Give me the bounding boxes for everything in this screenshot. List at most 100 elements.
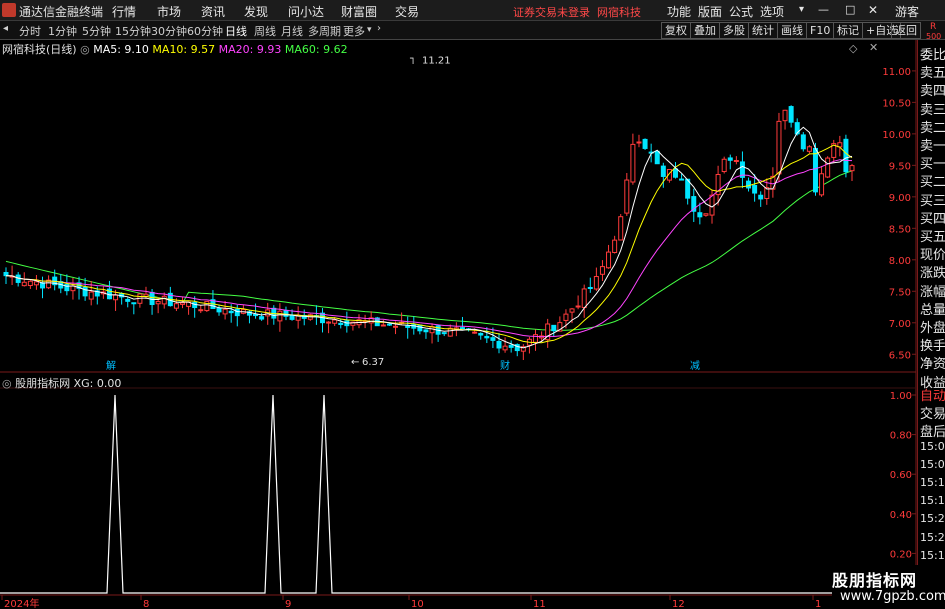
panel-field-2: 卖四: [920, 84, 945, 100]
candle-body: [459, 327, 465, 330]
panel-field-4: 卖二: [920, 120, 945, 136]
candle-body: [612, 239, 618, 253]
watermark-name: 股朋指标网: [832, 571, 918, 590]
panel-sub-field-3: 15:00: [920, 439, 945, 453]
candle-body: [234, 308, 240, 317]
x-tick-label: 12: [672, 599, 685, 609]
y-tick-label: 8.00: [889, 256, 911, 267]
panel-sub-field-1[interactable]: 交易: [920, 403, 945, 422]
panel-sub-field-2[interactable]: 盘后: [920, 421, 945, 440]
candle-body: [776, 120, 782, 175]
quote-side-panel: R 500 委比 卖五 卖四 卖三 卖二 卖一 买一 买二 买三 买四 买五 现价 涨跌 涨幅 总量 外盘 换手…: [917, 22, 945, 609]
candle-body: [496, 340, 502, 349]
high-annotation: ┐: [410, 53, 416, 64]
panel-sub-field-9: 15:10: [920, 548, 945, 562]
candle-body: [825, 157, 831, 178]
candle-body: [630, 143, 636, 183]
panel-field-15: 外盘: [920, 321, 945, 336]
candle-body: [417, 324, 423, 332]
panel-field-7: 买二: [920, 175, 945, 191]
candle-body: [551, 324, 557, 332]
candle-body: [3, 272, 9, 277]
candle-body: [679, 178, 685, 181]
panel-field-11: 现价: [920, 248, 945, 264]
candle-body: [33, 281, 39, 286]
candle-body: [484, 335, 490, 339]
y-tick-label: 6.50: [889, 350, 911, 361]
panel-sub-field-6: 15:13: [920, 494, 945, 508]
candle-body: [593, 276, 599, 290]
event-marker: 解: [106, 359, 116, 372]
y-tick-label: 10.00: [882, 130, 911, 141]
candle-body: [21, 281, 27, 287]
x-tick-label: 2024年: [4, 597, 39, 609]
candle-body: [599, 266, 605, 275]
panel-field-8: 买三: [920, 193, 945, 209]
candle-body: [380, 324, 386, 327]
candle-body: [180, 302, 186, 305]
sub-y-tick-label: 0.20: [890, 549, 912, 560]
candle-body: [125, 298, 131, 302]
candle-body: [204, 300, 210, 312]
candle-body: [843, 138, 849, 173]
panel-field-3: 卖三: [920, 102, 945, 118]
candle-body: [581, 288, 587, 309]
candle-body: [259, 316, 265, 320]
candle-body: [161, 295, 167, 305]
y-tick-label: 7.00: [889, 319, 911, 330]
candle-body: [575, 305, 581, 308]
panel-field-9: 买四: [920, 211, 945, 227]
x-tick-label: 1: [815, 599, 821, 609]
panel-field-0: 委比: [920, 48, 945, 63]
y-tick-label: 7.50: [889, 287, 911, 298]
candle-body: [727, 157, 733, 161]
indicator-title[interactable]: 股朋指标网: [15, 377, 70, 390]
candle-body: [697, 212, 703, 218]
candle-body: [173, 303, 179, 309]
candle-body: [82, 286, 88, 297]
candle-body: [533, 334, 539, 343]
panel-sub-field-5: 15:13: [920, 476, 945, 489]
x-tick-label: 10: [411, 599, 424, 609]
panel-field-6: 买一: [920, 157, 945, 173]
candle-body: [149, 291, 155, 306]
watermark-url: www.7gpzb.com: [840, 589, 945, 604]
candle-body: [758, 194, 764, 200]
watermark: 股朋指标网 www.7gpzb.com: [832, 565, 945, 609]
candle-body: [228, 310, 234, 314]
panel-sub-field-4: 15:00: [920, 457, 945, 471]
sub-settings-icon[interactable]: ◎: [2, 377, 12, 390]
sub-y-tick-label: 0.60: [890, 470, 912, 481]
candle-body: [788, 106, 794, 123]
panel-field-1: 卖五: [920, 66, 945, 82]
candle-body: [216, 307, 222, 313]
sub-y-tick-label: 1.00: [890, 391, 912, 402]
candle-body: [27, 280, 33, 287]
candle-body: [709, 194, 715, 216]
candle-body: [490, 337, 496, 341]
sub-y-tick-label: 0.80: [890, 431, 912, 442]
panel-field-13: 涨幅: [920, 284, 945, 300]
candle-body: [277, 310, 283, 322]
panel-field-10: 买五: [920, 230, 945, 245]
candle-body: [569, 308, 575, 313]
candle-body: [198, 309, 204, 312]
low-annotation: ←: [351, 357, 359, 368]
candle-body: [721, 158, 727, 173]
panel-field-14: 总量: [920, 302, 945, 318]
candle-body: [502, 345, 508, 351]
candle-body: [338, 322, 344, 326]
low-label: 6.37: [362, 357, 384, 368]
candle-body: [782, 109, 788, 122]
candle-body: [660, 165, 666, 177]
candle-body: [806, 146, 812, 152]
panel-field-17: 净资: [920, 357, 945, 373]
kline-chart[interactable]: 11.0010.5010.009.509.008.508.007.507.006…: [0, 0, 945, 609]
candle-body: [131, 302, 137, 305]
panel-field-12: 涨跌: [920, 266, 945, 282]
candle-body: [472, 331, 478, 334]
panel-sub-field-0[interactable]: 自动: [920, 385, 945, 404]
candle-body: [812, 147, 818, 193]
candle-body: [326, 321, 332, 324]
candle-body: [636, 141, 642, 144]
